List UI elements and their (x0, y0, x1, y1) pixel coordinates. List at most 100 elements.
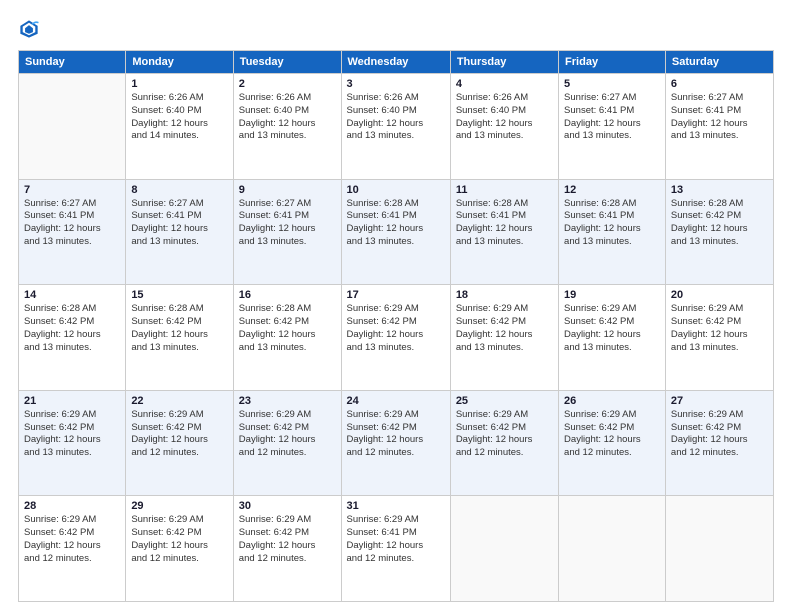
day-info: Sunrise: 6:29 AM Sunset: 6:42 PM Dayligh… (131, 409, 227, 460)
calendar-week-row: 28 Sunrise: 6:29 AM Sunset: 6:42 PM Dayli… (19, 496, 774, 602)
day-info: Sunrise: 6:26 AM Sunset: 6:40 PM Dayligh… (347, 92, 445, 143)
calendar-cell: 29Sunrise: 6:29 AM Sunset: 6:42 PM Dayli… (126, 496, 233, 602)
day-info: Sunrise: 6:29 AM Sunset: 6:42 PM Dayligh… (24, 514, 120, 565)
day-info: Sunrise: 6:27 AM Sunset: 6:41 PM Dayligh… (671, 92, 768, 143)
day-number: 22 (131, 395, 227, 407)
day-info: Sunrise: 6:29 AM Sunset: 6:42 PM Dayligh… (456, 303, 553, 354)
header-monday: Monday (126, 51, 233, 74)
day-info: Sunrise: 6:29 AM Sunset: 6:42 PM Dayligh… (564, 303, 660, 354)
calendar-cell: 14 Sunrise: 6:28 AM Sunset: 6:42 PM Dayli… (19, 285, 126, 391)
calendar-cell: 31Sunrise: 6:29 AM Sunset: 6:41 PM Dayli… (341, 496, 450, 602)
day-number: 27 (671, 395, 768, 407)
header-saturday: Saturday (665, 51, 773, 74)
day-number: 26 (564, 395, 660, 407)
calendar-cell: 13 Sunrise: 6:28 AM Sunset: 6:42 PM Dayli… (665, 179, 773, 285)
calendar-table: Sunday Monday Tuesday Wednesday Thursday… (18, 50, 774, 602)
calendar-cell: 12 Sunrise: 6:28 AM Sunset: 6:41 PM Dayli… (559, 179, 666, 285)
day-number: 9 (239, 184, 336, 196)
calendar-cell: 20Sunrise: 6:29 AM Sunset: 6:42 PM Dayli… (665, 285, 773, 391)
calendar-cell: 16 Sunrise: 6:28 AM Sunset: 6:42 PM Dayli… (233, 285, 341, 391)
calendar-cell: 18Sunrise: 6:29 AM Sunset: 6:42 PM Dayli… (450, 285, 558, 391)
calendar-cell: 2 Sunrise: 6:26 AM Sunset: 6:40 PM Daylig… (233, 74, 341, 180)
calendar-cell: 27 Sunrise: 6:29 AM Sunset: 6:42 PM Dayli… (665, 390, 773, 496)
calendar-cell: 8 Sunrise: 6:27 AM Sunset: 6:41 PM Daylig… (126, 179, 233, 285)
calendar-cell (450, 496, 558, 602)
header-thursday: Thursday (450, 51, 558, 74)
calendar-week-row: 21 Sunrise: 6:29 AM Sunset: 6:42 PM Dayli… (19, 390, 774, 496)
calendar-cell: 23 Sunrise: 6:29 AM Sunset: 6:42 PM Dayli… (233, 390, 341, 496)
day-number: 8 (131, 184, 227, 196)
logo-icon (18, 18, 40, 40)
day-info: Sunrise: 6:26 AM Sunset: 6:40 PM Dayligh… (239, 92, 336, 143)
day-info: Sunrise: 6:28 AM Sunset: 6:42 PM Dayligh… (671, 198, 768, 249)
day-info: Sunrise: 6:27 AM Sunset: 6:41 PM Dayligh… (24, 198, 120, 249)
header-tuesday: Tuesday (233, 51, 341, 74)
day-number: 23 (239, 395, 336, 407)
calendar-cell: 3 Sunrise: 6:26 AM Sunset: 6:40 PM Daylig… (341, 74, 450, 180)
day-number: 21 (24, 395, 120, 407)
day-number: 25 (456, 395, 553, 407)
day-info: Sunrise: 6:28 AM Sunset: 6:42 PM Dayligh… (239, 303, 336, 354)
calendar-cell: 17 Sunrise: 6:29 AM Sunset: 6:42 PM Dayli… (341, 285, 450, 391)
day-info: Sunrise: 6:28 AM Sunset: 6:42 PM Dayligh… (24, 303, 120, 354)
header-sunday: Sunday (19, 51, 126, 74)
day-number: 31 (347, 500, 445, 512)
day-number: 28 (24, 500, 120, 512)
calendar-cell: 30 Sunrise: 6:29 AM Sunset: 6:42 PM Dayli… (233, 496, 341, 602)
calendar-week-row: 14 Sunrise: 6:28 AM Sunset: 6:42 PM Dayli… (19, 285, 774, 391)
day-info: Sunrise: 6:28 AM Sunset: 6:41 PM Dayligh… (347, 198, 445, 249)
day-number: 5 (564, 78, 660, 90)
day-info: Sunrise: 6:29 AM Sunset: 6:42 PM Dayligh… (671, 409, 768, 460)
day-info: Sunrise: 6:29 AM Sunset: 6:42 PM Dayligh… (131, 514, 227, 565)
day-info: Sunrise: 6:28 AM Sunset: 6:41 PM Dayligh… (456, 198, 553, 249)
calendar-header-row: Sunday Monday Tuesday Wednesday Thursday… (19, 51, 774, 74)
day-number: 11 (456, 184, 553, 196)
day-number: 16 (239, 289, 336, 301)
day-number: 1 (131, 78, 227, 90)
calendar-cell: 19 Sunrise: 6:29 AM Sunset: 6:42 PM Dayli… (559, 285, 666, 391)
header-wednesday: Wednesday (341, 51, 450, 74)
calendar-cell: 9 Sunrise: 6:27 AM Sunset: 6:41 PM Daylig… (233, 179, 341, 285)
calendar-cell (665, 496, 773, 602)
day-number: 4 (456, 78, 553, 90)
day-info: Sunrise: 6:29 AM Sunset: 6:42 PM Dayligh… (347, 303, 445, 354)
day-number: 13 (671, 184, 768, 196)
calendar-cell: 11 Sunrise: 6:28 AM Sunset: 6:41 PM Dayli… (450, 179, 558, 285)
header-friday: Friday (559, 51, 666, 74)
day-info: Sunrise: 6:27 AM Sunset: 6:41 PM Dayligh… (131, 198, 227, 249)
day-number: 14 (24, 289, 120, 301)
day-info: Sunrise: 6:26 AM Sunset: 6:40 PM Dayligh… (131, 92, 227, 143)
day-info: Sunrise: 6:29 AM Sunset: 6:42 PM Dayligh… (239, 514, 336, 565)
calendar-cell: 21Sunrise: 6:29 AM Sunset: 6:42 PM Dayli… (19, 390, 126, 496)
calendar-cell: 6Sunrise: 6:27 AM Sunset: 6:41 PM Daylig… (665, 74, 773, 180)
day-number: 2 (239, 78, 336, 90)
day-info: Sunrise: 6:27 AM Sunset: 6:41 PM Dayligh… (239, 198, 336, 249)
day-info: Sunrise: 6:27 AM Sunset: 6:41 PM Dayligh… (564, 92, 660, 143)
calendar-cell: 4 Sunrise: 6:26 AM Sunset: 6:40 PM Daylig… (450, 74, 558, 180)
day-info: Sunrise: 6:28 AM Sunset: 6:42 PM Dayligh… (131, 303, 227, 354)
day-info: Sunrise: 6:29 AM Sunset: 6:42 PM Dayligh… (239, 409, 336, 460)
day-info: Sunrise: 6:29 AM Sunset: 6:42 PM Dayligh… (564, 409, 660, 460)
calendar-cell: 15 Sunrise: 6:28 AM Sunset: 6:42 PM Dayli… (126, 285, 233, 391)
logo (18, 18, 44, 40)
calendar-week-row: 7 Sunrise: 6:27 AM Sunset: 6:41 PM Daylig… (19, 179, 774, 285)
day-number: 30 (239, 500, 336, 512)
day-number: 7 (24, 184, 120, 196)
day-number: 15 (131, 289, 227, 301)
day-info: Sunrise: 6:26 AM Sunset: 6:40 PM Dayligh… (456, 92, 553, 143)
calendar-cell: 24 Sunrise: 6:29 AM Sunset: 6:42 PM Dayli… (341, 390, 450, 496)
day-info: Sunrise: 6:29 AM Sunset: 6:42 PM Dayligh… (456, 409, 553, 460)
day-info: Sunrise: 6:28 AM Sunset: 6:41 PM Dayligh… (564, 198, 660, 249)
day-number: 19 (564, 289, 660, 301)
day-number: 12 (564, 184, 660, 196)
page-header (18, 18, 774, 40)
calendar-cell: 1 Sunrise: 6:26 AM Sunset: 6:40 PM Daylig… (126, 74, 233, 180)
day-number: 24 (347, 395, 445, 407)
day-info: Sunrise: 6:29 AM Sunset: 6:42 PM Dayligh… (347, 409, 445, 460)
calendar-cell: 5 Sunrise: 6:27 AM Sunset: 6:41 PM Daylig… (559, 74, 666, 180)
day-number: 3 (347, 78, 445, 90)
calendar-cell (19, 74, 126, 180)
day-number: 17 (347, 289, 445, 301)
calendar-week-row: 1 Sunrise: 6:26 AM Sunset: 6:40 PM Daylig… (19, 74, 774, 180)
day-info: Sunrise: 6:29 AM Sunset: 6:42 PM Dayligh… (671, 303, 768, 354)
